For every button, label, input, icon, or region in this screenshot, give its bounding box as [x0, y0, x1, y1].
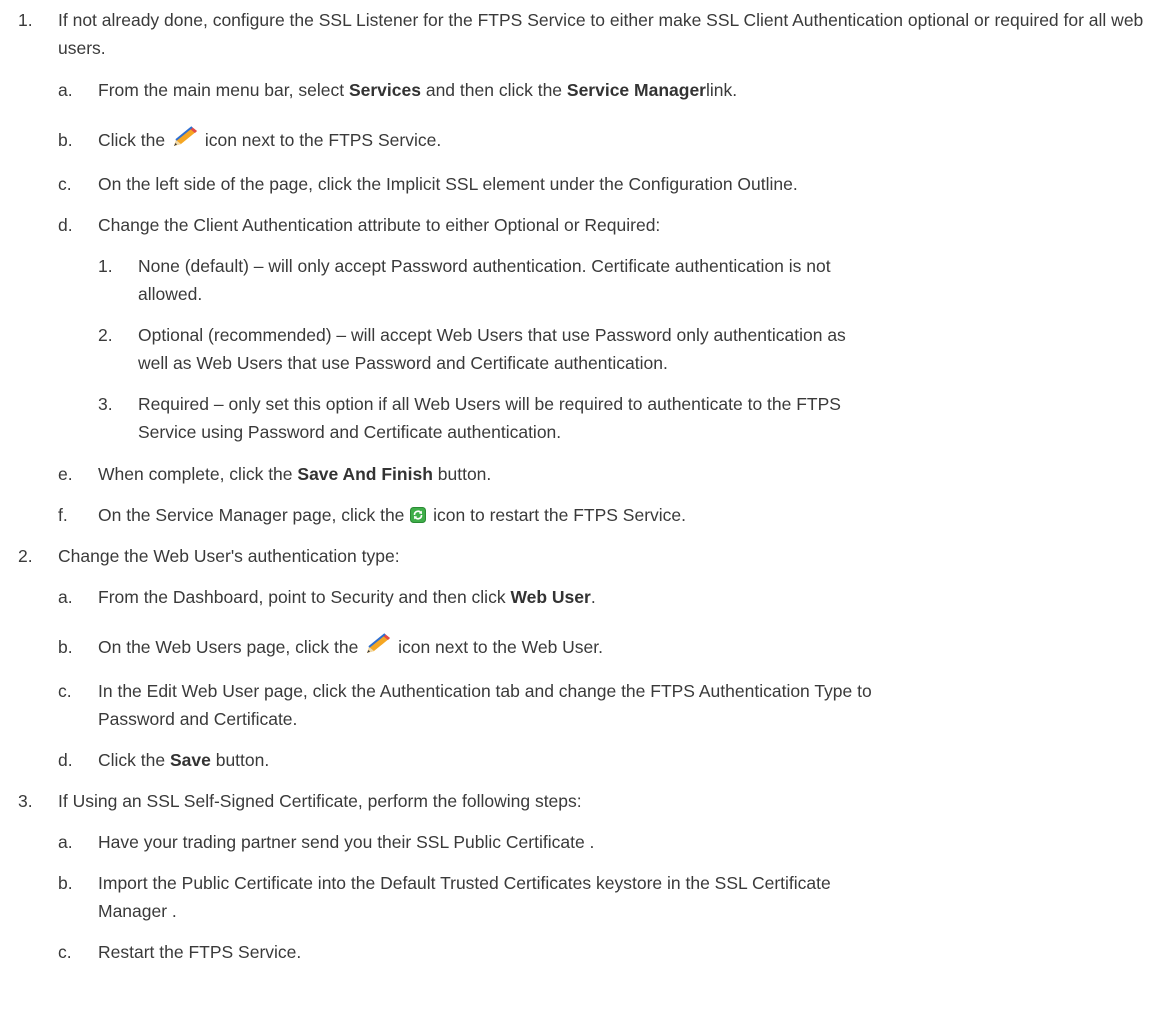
substep-number: c. — [58, 942, 72, 962]
pencil-icon — [173, 126, 197, 146]
step-2d: d. Click the Save button. — [58, 746, 269, 774]
option-number: 3. — [98, 394, 113, 414]
step-1f: f. On the Service Manager page, click th… — [58, 501, 686, 529]
step-1a: a. From the main menu bar, select Servic… — [58, 76, 737, 104]
step-text: If Using an SSL Self-Signed Certificate,… — [58, 791, 582, 811]
step-1d: d. Change the Client Authentication attr… — [58, 211, 660, 239]
step-2b: b. On the Web Users page, click the icon… — [58, 633, 603, 661]
step-text: If not already done, configure the SSL L… — [58, 10, 1144, 58]
substep-number: e. — [58, 464, 73, 484]
step-2: 2. Change the Web User's authentication … — [18, 542, 400, 570]
option-number: 1. — [98, 256, 113, 276]
substep-number: a. — [58, 80, 73, 100]
substep-text: On the Service Manager page, click the i… — [98, 505, 687, 525]
step-number: 2. — [18, 546, 33, 566]
step-1b: b. Click the icon next to the FTPS Servi… — [58, 126, 441, 154]
option-optional: 2. Optional (recommended) – will accept … — [98, 321, 846, 377]
substep-number: f. — [58, 505, 68, 525]
web-user-link-text: Web User — [510, 587, 591, 607]
step-2c: c. In the Edit Web User page, click the … — [58, 677, 872, 733]
substep-number: c. — [58, 174, 72, 194]
option-required: 3. Required – only set this option if al… — [98, 390, 841, 446]
substep-text: Import the Public Certificate into the D… — [98, 873, 831, 921]
substep-number: a. — [58, 832, 73, 852]
save-and-finish-text: Save And Finish — [297, 464, 433, 484]
step-2a: a. From the Dashboard, point to Security… — [58, 583, 596, 611]
substep-text: Have your trading partner send you their… — [98, 832, 595, 852]
substep-number: d. — [58, 215, 73, 235]
substep-number: d. — [58, 750, 73, 770]
option-text: Optional (recommended) – will accept Web… — [138, 325, 846, 373]
substep-text: Click the icon next to the FTPS Service. — [98, 126, 441, 154]
option-none: 1. None (default) – will only accept Pas… — [98, 252, 831, 308]
option-text: None (default) – will only accept Passwo… — [138, 256, 831, 304]
pencil-icon — [367, 633, 391, 653]
service-manager-link-text: Service Manager — [566, 80, 706, 100]
step-1e: e. When complete, click the Save And Fin… — [58, 460, 491, 488]
substep-text: From the main menu bar, select Services … — [98, 80, 738, 100]
save-button-text: Save — [169, 750, 211, 770]
substep-number: c. — [58, 681, 72, 701]
step-1c: c. On the left side of the page, click t… — [58, 170, 798, 198]
substep-text: On the left side of the page, click the … — [98, 174, 798, 194]
substep-number: b. — [58, 637, 73, 657]
substep-text: In the Edit Web User page, click the Aut… — [98, 681, 872, 729]
step-3a: a. Have your trading partner send you th… — [58, 828, 594, 856]
option-number: 2. — [98, 325, 113, 345]
services-link-text: Services — [348, 80, 421, 100]
substep-text: When complete, click the Save And Finish… — [98, 464, 492, 484]
step-3c: c. Restart the FTPS Service. — [58, 938, 301, 966]
restart-icon — [410, 507, 427, 523]
substep-number: a. — [58, 587, 73, 607]
substep-text: On the Web Users page, click the icon ne… — [98, 633, 603, 661]
step-3b: b. Import the Public Certificate into th… — [58, 869, 831, 925]
step-number: 1. — [18, 10, 33, 30]
substep-number: b. — [58, 130, 73, 150]
step-number: 3. — [18, 791, 33, 811]
substep-text: From the Dashboard, point to Security an… — [98, 587, 596, 607]
substep-text: Restart the FTPS Service. — [98, 942, 302, 962]
step-text: Change the Web User's authentication typ… — [58, 546, 400, 566]
substep-text: Change the Client Authentication attribu… — [98, 215, 661, 235]
option-text: Required – only set this option if all W… — [138, 394, 841, 442]
step-1: 1. If not already done, configure the SS… — [18, 6, 1158, 62]
substep-text: Click the Save button. — [98, 750, 270, 770]
substep-number: b. — [58, 873, 73, 893]
step-3: 3. If Using an SSL Self-Signed Certifica… — [18, 787, 582, 815]
